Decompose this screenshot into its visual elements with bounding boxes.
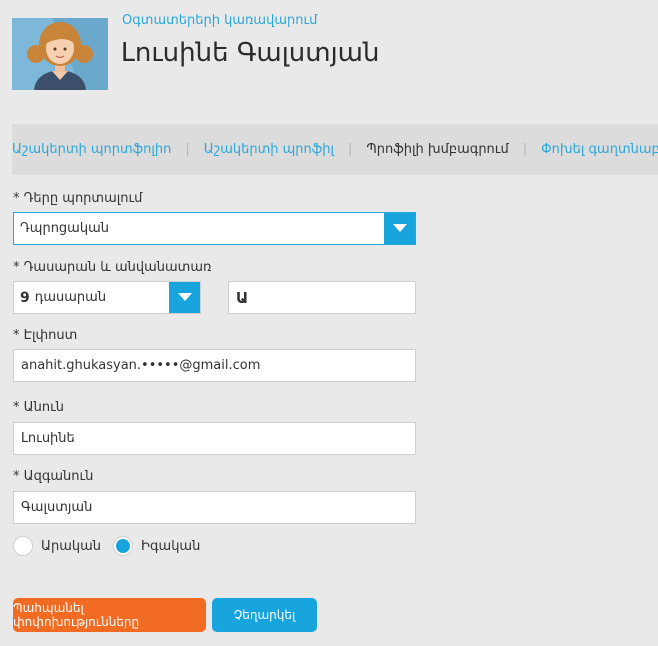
tab-student-profile[interactable]: Աշակերտի պրոֆիլ	[204, 142, 334, 157]
role-select-value: Դպրոցական	[20, 221, 109, 236]
gender-male-label: Արական	[41, 538, 102, 554]
grade-select[interactable]: 9 դասարան	[13, 281, 201, 314]
tab-student-portfolio[interactable]: Աշակերտի պորտֆոլիո	[12, 142, 171, 157]
class-label: * Դասարան և անվանատառ	[13, 260, 212, 275]
email-field[interactable]: anahit.ghukasyan.•••••@gmail.com	[13, 349, 416, 382]
role-label: * Դերը պորտալում	[13, 191, 143, 206]
nav-separator: |	[522, 142, 528, 157]
gender-female-radio[interactable]: Իգական	[113, 536, 200, 556]
last-name-label: * Ազգանուն	[13, 469, 94, 484]
first-name-field[interactable]: Լուսինե	[13, 422, 416, 455]
tab-edit-profile[interactable]: Պրոֆիլի խմբագրում	[366, 142, 508, 157]
last-name-field[interactable]: Գալստյան	[13, 491, 416, 524]
nav-separator: |	[185, 142, 190, 157]
gender-male-radio[interactable]: Արական	[13, 536, 101, 556]
class-letter-input[interactable]: Ա	[228, 281, 416, 314]
page-title: Լուսինե Գալստյան	[121, 38, 380, 68]
gender-female-label: Իգական	[141, 538, 201, 554]
chevron-down-icon[interactable]	[169, 282, 200, 313]
avatar-illustration	[12, 18, 108, 90]
user-avatar	[12, 18, 108, 90]
first-name-label: * Անուն	[13, 400, 64, 415]
cancel-button[interactable]: Չեղարկել	[212, 598, 317, 632]
save-changes-button[interactable]: Պահպանել փոփոխությունները	[13, 598, 206, 632]
radio-checked-icon	[113, 536, 133, 556]
grade-number: 9	[20, 289, 30, 306]
tab-change-password[interactable]: Փոխել գաղտնաբառը	[541, 142, 658, 157]
nav-separator: |	[348, 142, 353, 157]
role-select[interactable]: Դպրոցական	[13, 212, 416, 245]
profile-tabs: Աշակերտի պորտֆոլիո | Աշակերտի պրոֆիլ | Պ…	[12, 124, 658, 175]
radio-unchecked-icon	[13, 536, 33, 556]
grade-select-value: դասարան	[34, 290, 107, 305]
chevron-down-icon[interactable]	[384, 213, 415, 244]
users-management-link[interactable]: Օգտատերերի կառավարում	[122, 13, 317, 28]
email-label: * Էլփոստ	[13, 328, 78, 343]
